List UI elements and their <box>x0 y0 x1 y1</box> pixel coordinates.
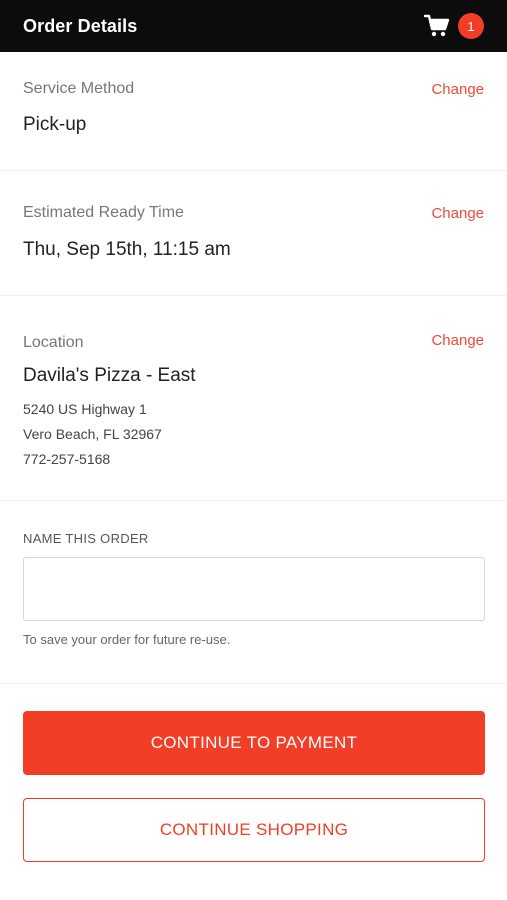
service-method-label: Service Method <box>23 80 135 97</box>
location-label: Location <box>23 334 84 351</box>
service-method-value: Pick-up <box>23 114 87 135</box>
app-header: Order Details 1 <box>0 0 507 52</box>
ready-time-value: Thu, Sep 15th, 11:15 am <box>23 239 231 260</box>
page-title: Order Details <box>23 15 138 36</box>
order-name-label: NAME THIS ORDER <box>23 531 149 546</box>
continue-to-payment-button[interactable]: CONTINUE TO PAYMENT <box>23 711 485 775</box>
continue-shopping-button[interactable]: CONTINUE SHOPPING <box>23 798 485 862</box>
address-line-2: Vero Beach, FL 32967 <box>23 426 162 442</box>
change-time-link[interactable]: Change <box>431 205 484 222</box>
location-name: Davila's Pizza - East <box>23 365 196 386</box>
change-location-link[interactable]: Change <box>431 332 484 349</box>
ready-time-section: Estimated Ready Time Thu, Sep 15th, 11:1… <box>0 171 507 296</box>
ready-time-label: Estimated Ready Time <box>23 204 184 221</box>
order-name-input[interactable] <box>23 557 485 621</box>
address-line-1: 5240 US Highway 1 <box>23 401 147 417</box>
order-name-section: NAME THIS ORDER To save your order for f… <box>0 501 507 684</box>
order-name-hint: To save your order for future re-use. <box>23 632 231 647</box>
location-section: Location Change Davila's Pizza - East 52… <box>0 296 507 501</box>
change-service-link[interactable]: Change <box>431 81 484 98</box>
cart-button[interactable]: 1 <box>424 13 484 39</box>
cart-count-badge: 1 <box>458 13 484 39</box>
location-phone: 772-257-5168 <box>23 451 111 467</box>
service-method-section: Service Method Pick-up Change <box>0 52 507 171</box>
cart-icon[interactable] <box>424 14 450 38</box>
